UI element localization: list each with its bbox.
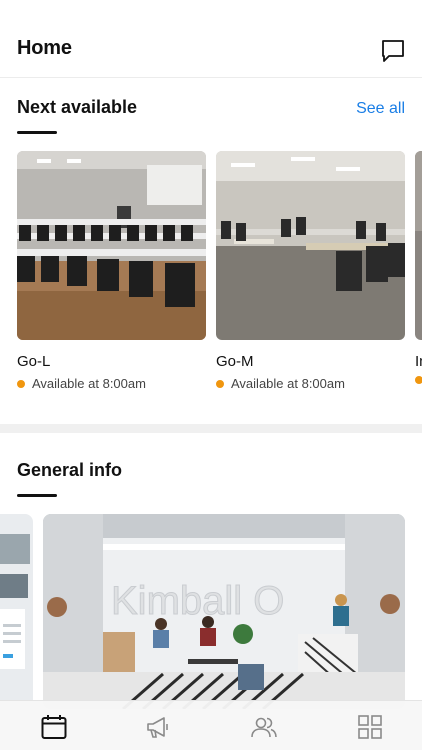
page-title: Home: [17, 37, 72, 59]
room-name: Go-M: [216, 353, 254, 370]
room-carousel[interactable]: Go-L Available at 8:00am Go-M Available …: [17, 151, 422, 401]
people-icon[interactable]: [250, 713, 278, 741]
svg-text:Kimball O: Kimball O: [111, 579, 284, 623]
section-divider: [0, 424, 422, 433]
bottom-tab-bar: [0, 700, 422, 750]
section-underline: [17, 131, 57, 134]
chat-bubble-icon[interactable]: [380, 38, 406, 64]
next-available-title: Next available: [17, 97, 138, 117]
app-header: Home: [0, 0, 422, 78]
room-status-text: Available at 8:00am: [231, 376, 345, 391]
room-name: Go-L: [17, 353, 51, 370]
megaphone-icon[interactable]: [145, 713, 173, 741]
room-photo: [216, 151, 405, 340]
general-info-title: General info: [17, 460, 123, 480]
info-card[interactable]: Kimball O: [43, 514, 405, 709]
section-underline: [17, 494, 57, 497]
room-status: [415, 376, 422, 384]
room-photo: [415, 151, 422, 340]
room-card[interactable]: Go-M Available at 8:00am: [216, 151, 405, 391]
status-dot: [17, 379, 25, 388]
room-card[interactable]: In: [415, 151, 422, 384]
room-photo: [17, 151, 206, 340]
room-card[interactable]: Go-L Available at 8:00am: [17, 151, 206, 391]
status-dot: [216, 379, 224, 388]
grid-icon[interactable]: [356, 713, 384, 741]
room-status: Available at 8:00am: [216, 376, 345, 391]
room-status: Available at 8:00am: [17, 376, 146, 391]
room-name: In: [415, 353, 422, 370]
status-dot: [415, 376, 422, 384]
room-status-text: Available at 8:00am: [32, 376, 146, 391]
calendar-icon[interactable]: [40, 713, 68, 741]
info-card-previous[interactable]: [0, 514, 33, 709]
see-all-link[interactable]: See all: [356, 100, 405, 118]
